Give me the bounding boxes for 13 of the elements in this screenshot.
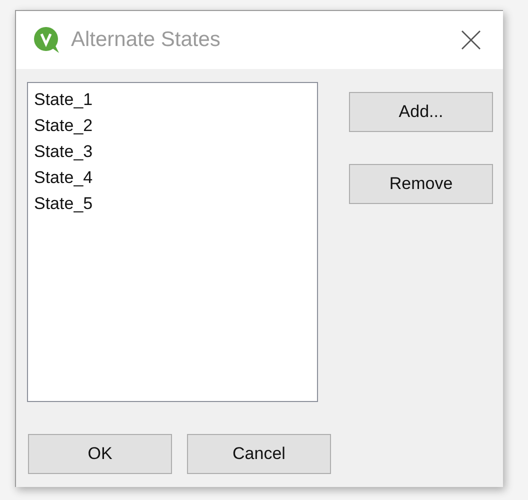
window-title: Alternate States — [71, 27, 220, 54]
state-item[interactable]: State_4 — [34, 165, 317, 191]
state-item[interactable]: State_3 — [34, 139, 317, 165]
app-logo-icon — [33, 26, 61, 54]
state-item[interactable]: State_1 — [34, 87, 317, 113]
close-icon[interactable] — [461, 30, 481, 50]
state-item[interactable]: State_2 — [34, 113, 317, 139]
state-item[interactable]: State_5 — [34, 191, 317, 217]
dialog-button[interactable]: Cancel — [187, 434, 331, 474]
states-list[interactable]: State_1 State_2 State_3 State_4 State_5 — [27, 82, 318, 402]
dialog-button[interactable]: Remove — [349, 164, 493, 204]
dialog-button[interactable]: Add... — [349, 92, 493, 132]
dialog-button[interactable]: OK — [28, 434, 172, 474]
